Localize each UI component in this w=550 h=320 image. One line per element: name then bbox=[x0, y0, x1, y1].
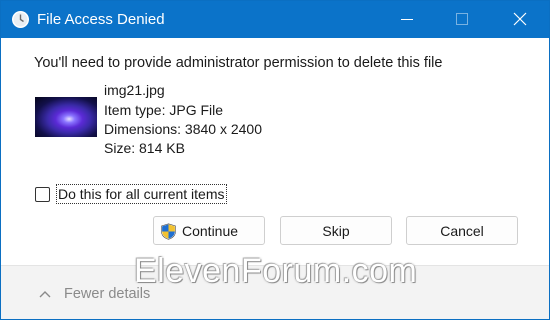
all-items-label[interactable]: Do this for all current items bbox=[56, 184, 227, 204]
close-button[interactable] bbox=[497, 1, 543, 38]
file-thumbnail bbox=[35, 97, 97, 137]
window-title: File Access Denied bbox=[37, 11, 165, 28]
clock-icon bbox=[12, 11, 29, 28]
file-type: Item type: JPG File bbox=[104, 102, 224, 118]
maximize-icon bbox=[456, 13, 468, 25]
continue-button[interactable]: Continue bbox=[153, 216, 265, 245]
skip-button[interactable]: Skip bbox=[280, 216, 392, 245]
file-dimensions: Dimensions: 3840 x 2400 bbox=[104, 121, 262, 137]
minimize-icon bbox=[401, 19, 413, 20]
uac-shield-icon bbox=[161, 223, 176, 240]
title-bar[interactable]: File Access Denied bbox=[1, 1, 549, 38]
minimize-button[interactable] bbox=[384, 1, 430, 38]
watermark: ElevenForum.com bbox=[134, 252, 418, 290]
close-icon bbox=[513, 12, 527, 26]
file-size: Size: 814 KB bbox=[104, 140, 185, 156]
permission-message: You'll need to provide administrator per… bbox=[34, 55, 443, 71]
dialog-window: File Access Denied You'll need to provid… bbox=[0, 0, 550, 320]
chevron-up-icon[interactable] bbox=[39, 290, 51, 298]
file-name: img21.jpg bbox=[104, 82, 165, 98]
continue-label: Continue bbox=[182, 223, 239, 239]
all-items-checkbox[interactable] bbox=[35, 187, 50, 202]
cancel-button[interactable]: Cancel bbox=[406, 216, 518, 245]
maximize-button[interactable] bbox=[439, 1, 485, 38]
